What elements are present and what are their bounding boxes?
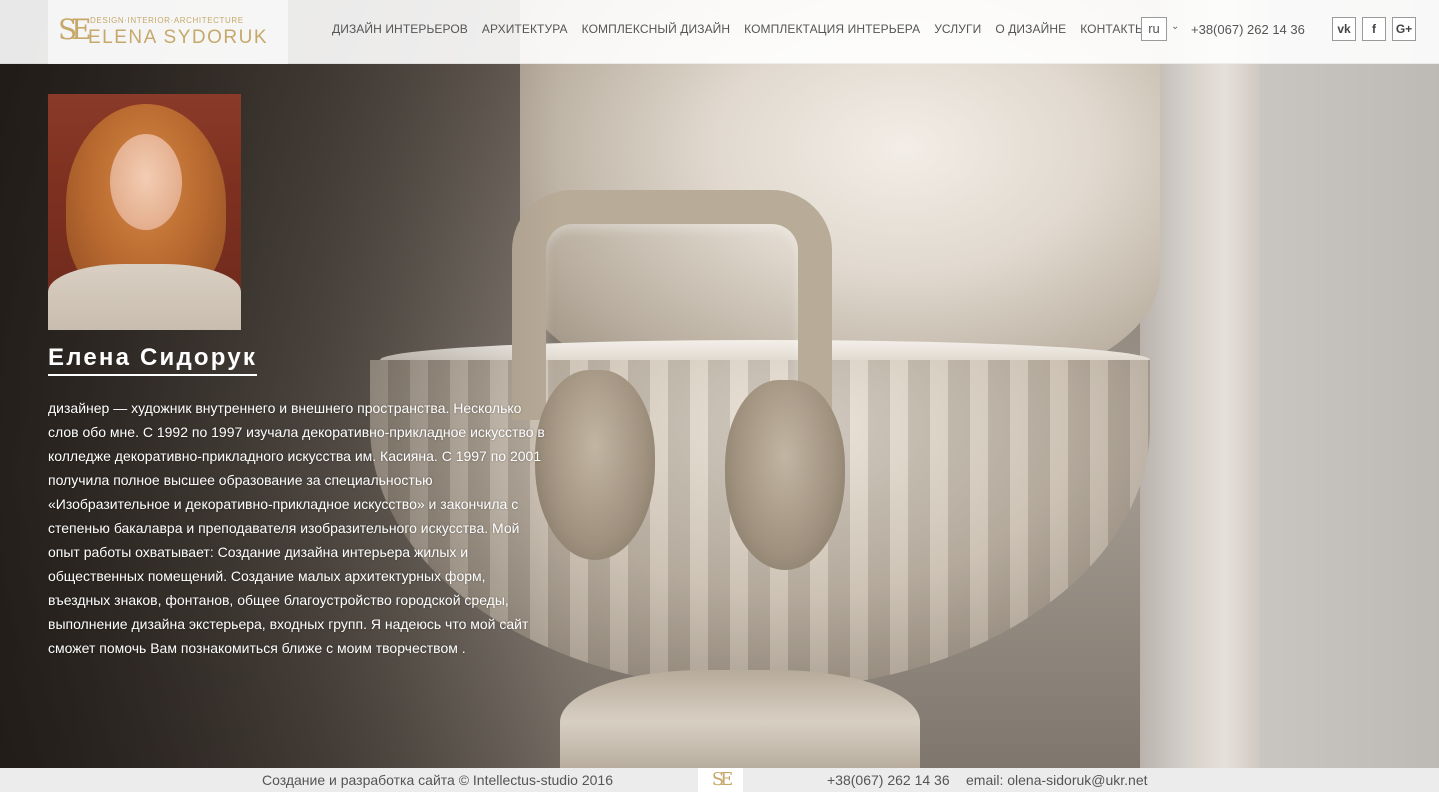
background-pilaster [1190,0,1260,792]
footer-copyright[interactable]: Создание и разработка сайта © Intellectu… [262,772,613,788]
background-wall [1140,0,1439,792]
header-phone[interactable]: +38(067) 262 14 36 [1191,22,1305,37]
nav-item-contacts[interactable]: Контакты [1080,22,1146,36]
footer-phone[interactable]: +38(067) 262 14 36 [827,772,950,788]
nav-item-interior-furnishing[interactable]: Комплектация интерьера [744,22,920,36]
footer-email[interactable]: email: olena-sidoruk@ukr.net [966,772,1148,788]
vase-mask-right [725,380,845,570]
site-header: SE DESIGN·INTERIOR·ARCHITECTURE ELENA SY… [0,0,1439,64]
google-plus-icon[interactable]: G+ [1392,17,1416,41]
nav-item-architecture[interactable]: Архитектура [482,22,568,36]
nav-item-interior-design[interactable]: Дизайн интерьеров [332,22,468,36]
logo-mark: SE [58,13,92,46]
nav-item-services[interactable]: Услуги [934,22,981,36]
language-select[interactable]: ru [1141,17,1167,41]
profile-bio: дизайнер — художник внутреннего и внешне… [48,400,545,656]
chevron-down-icon[interactable]: ⌄ [1171,21,1179,32]
logo-tagline: DESIGN·INTERIOR·ARCHITECTURE [90,16,244,25]
profile-photo [48,94,241,330]
portrait-face [110,134,182,230]
logo-name: ELENA SYDORUK [88,27,268,48]
facebook-icon[interactable]: f [1362,17,1386,41]
main-nav: Дизайн интерьеров Архитектура Комплексны… [332,22,1146,36]
profile-name: Елена Сидорук [48,344,258,376]
nav-item-about-design[interactable]: О дизайне [995,22,1066,36]
footer-logo[interactable]: SE [698,768,743,792]
nav-item-complex-design[interactable]: Комплексный дизайн [582,22,731,36]
site-footer: Создание и разработка сайта © Intellectu… [0,768,1439,792]
portrait-sweater [48,264,241,330]
vk-icon[interactable]: vk [1332,17,1356,41]
site-logo[interactable]: SE DESIGN·INTERIOR·ARCHITECTURE ELENA SY… [48,0,288,64]
